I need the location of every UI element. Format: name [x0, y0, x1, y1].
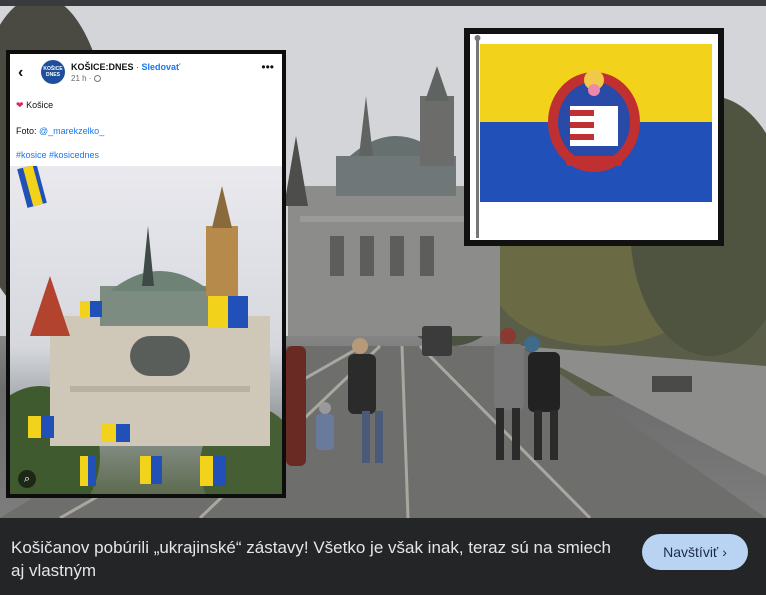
photographer-handle-link[interactable]: @_marekzelko_ [39, 126, 104, 136]
post-time: 21 h · [71, 74, 92, 83]
post-text-line: ❤ Košice [16, 100, 53, 111]
article-headline[interactable]: Košičanov pobúrili „ukrajinské“ zástavy!… [11, 536, 611, 582]
post-text-city: Košice [26, 100, 54, 110]
kosice-flag [474, 35, 712, 238]
photo-credit-line: Foto: @_marekzelko_ [16, 126, 104, 136]
follow-link[interactable]: Sledovať [142, 62, 181, 72]
link-preview-caption[interactable]: Košičanov pobúrili „ukrajinské“ zástavy!… [0, 518, 766, 595]
flag-image [470, 34, 718, 240]
page-name-row: KOŠICE:DNES · Sledovať [71, 62, 180, 72]
globe-icon [93, 75, 101, 82]
gallery-icon[interactable]: ⌕ [18, 470, 36, 488]
facebook-post-card[interactable]: ‹ KOŠICE DNES KOŠICE:DNES · Sledovať 21 … [6, 50, 286, 498]
hashtags-link[interactable]: #kosice #kosicednes [16, 150, 99, 160]
visit-button-label: Navštíviť [663, 544, 719, 560]
more-options-icon[interactable]: ••• [261, 60, 274, 74]
post-time-row: 21 h · [71, 74, 101, 83]
city-flag-inset [464, 28, 724, 246]
page-name[interactable]: KOŠICE:DNES [71, 62, 134, 72]
visit-button[interactable]: Navštíviť › [642, 534, 748, 570]
post-photo[interactable]: ⌕ [10, 166, 282, 494]
separator-dot: · [136, 62, 140, 72]
photo-credit-label: Foto: [16, 126, 37, 136]
chevron-left-icon[interactable]: ‹ [18, 64, 23, 82]
post-header: ‹ KOŠICE DNES KOŠICE:DNES · Sledovať 21 … [10, 54, 282, 166]
page-avatar[interactable]: KOŠICE DNES [41, 60, 65, 84]
chevron-right-icon: › [722, 544, 727, 560]
post-content: ‹ KOŠICE DNES KOŠICE:DNES · Sledovať 21 … [10, 54, 282, 494]
theater-with-flags [10, 166, 282, 494]
heart-icon: ❤ [16, 100, 24, 110]
